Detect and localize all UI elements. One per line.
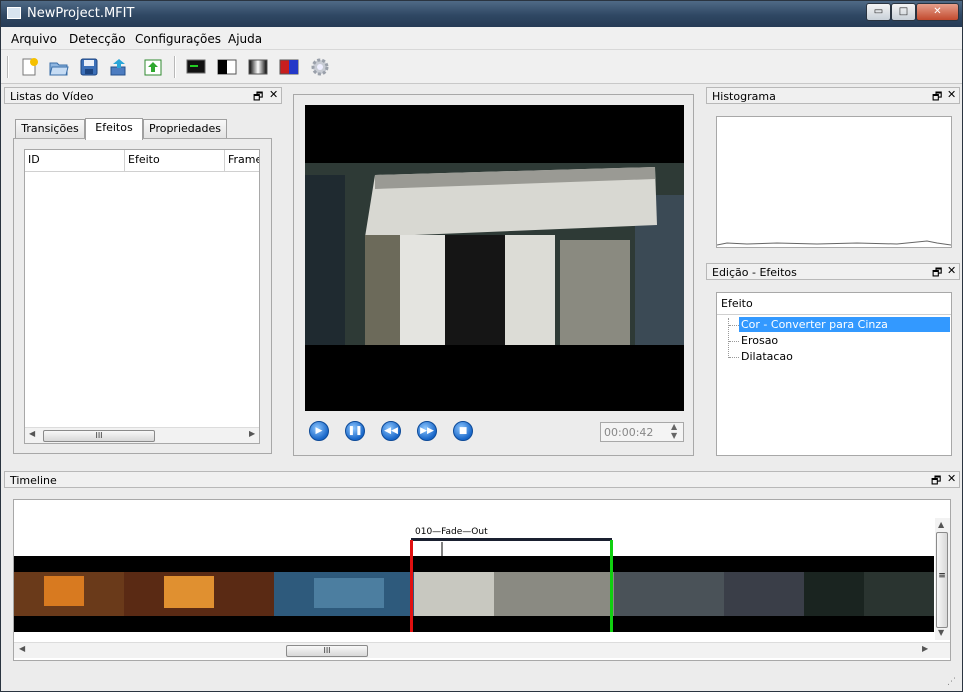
- time-value: 00:00:42: [604, 426, 654, 439]
- column-efeito[interactable]: Efeito: [125, 150, 225, 172]
- time-display[interactable]: 00:00:42 ▲ ▼: [600, 422, 684, 442]
- float-icon[interactable]: 🗗: [931, 472, 941, 491]
- pause-button[interactable]: ❚❚: [345, 421, 365, 441]
- rewind-button[interactable]: ◀◀: [381, 421, 401, 441]
- export-icon[interactable]: [143, 57, 163, 77]
- play-button[interactable]: ▶: [309, 421, 329, 441]
- dock-title: Listas do Vídeo: [10, 90, 94, 103]
- color-icon[interactable]: [279, 57, 299, 77]
- column-id[interactable]: ID: [25, 150, 125, 172]
- title-bar: NewProject.MFIT ▭ □ ✕: [1, 1, 962, 27]
- column-frame[interactable]: Frame: [225, 150, 259, 172]
- close-icon[interactable]: ✕: [947, 472, 956, 485]
- tree-item[interactable]: Dilatacao: [739, 349, 793, 364]
- scroll-right-icon[interactable]: ▶: [922, 644, 928, 653]
- tree-branch-line: [729, 341, 739, 342]
- close-icon[interactable]: ✕: [269, 88, 278, 101]
- timeline-view[interactable]: 010—Fade—Out ▲ ≡ ▼ ◀ III ▶: [13, 499, 951, 661]
- minimize-button[interactable]: ▭: [866, 3, 891, 21]
- close-button[interactable]: ✕: [916, 3, 959, 21]
- scrollbar-thumb[interactable]: III: [43, 430, 155, 442]
- new-file-icon[interactable]: [20, 57, 40, 77]
- spin-down-icon[interactable]: ▼: [671, 431, 677, 440]
- float-icon[interactable]: 🗗: [253, 88, 263, 107]
- resize-grip-icon[interactable]: ⋰: [947, 677, 956, 687]
- tree-header[interactable]: Efeito: [717, 293, 951, 315]
- player-panel: ▶ ❚❚ ◀◀ ▶▶ ■ 00:00:42 ▲ ▼: [293, 94, 694, 456]
- tree-item[interactable]: Erosao: [739, 333, 778, 348]
- float-icon[interactable]: 🗗: [932, 264, 942, 283]
- tab-transicoes[interactable]: Transições: [15, 119, 85, 139]
- maximize-button[interactable]: □: [891, 3, 916, 21]
- scroll-down-icon[interactable]: ▼: [938, 628, 944, 637]
- open-folder-icon[interactable]: [49, 57, 69, 77]
- vertical-scrollbar[interactable]: ▲ ≡ ▼: [935, 518, 950, 640]
- tree-branch-line: [729, 357, 739, 358]
- dock-header: Listas do Vídeo 🗗 ✕: [4, 87, 282, 104]
- horizontal-scrollbar[interactable]: ◀ III ▶: [25, 427, 259, 443]
- toolbar-separator: [7, 56, 9, 78]
- close-icon[interactable]: ✕: [947, 264, 956, 277]
- menu-bar: Arquivo Detecção Configurações Ajuda: [1, 27, 962, 50]
- close-icon[interactable]: ✕: [947, 88, 956, 101]
- scroll-right-icon[interactable]: ▶: [249, 429, 255, 438]
- scroll-left-icon[interactable]: ◀: [19, 644, 25, 653]
- tree-branch-line: [728, 318, 729, 358]
- stop-button[interactable]: ■: [453, 421, 473, 441]
- tab-panel: ID Efeito Frame ◀ III ▶: [13, 138, 272, 454]
- window-title: NewProject.MFIT: [27, 6, 135, 21]
- tree-item-selected[interactable]: Cor - Converter para Cinza: [739, 317, 950, 332]
- menu-deteccao[interactable]: Detecção: [69, 32, 126, 46]
- menu-configuracoes[interactable]: Configurações: [135, 32, 221, 46]
- monitor-icon[interactable]: [186, 57, 206, 77]
- spin-up-icon[interactable]: ▲: [671, 422, 677, 431]
- horizontal-scrollbar[interactable]: ◀ III ▶: [14, 642, 950, 658]
- float-icon[interactable]: 🗗: [932, 88, 942, 107]
- dock-title: Timeline: [10, 474, 57, 487]
- tree-branch-line: [729, 325, 739, 326]
- scroll-up-icon[interactable]: ▲: [938, 520, 944, 529]
- black-white-icon[interactable]: [217, 57, 237, 77]
- save-icon[interactable]: [79, 57, 99, 77]
- vscrollbar-thumb[interactable]: ≡: [936, 532, 948, 628]
- tab-propriedades[interactable]: Propriedades: [143, 119, 227, 139]
- timeline-strip[interactable]: [14, 538, 934, 632]
- dock-header: Histograma 🗗 ✕: [706, 87, 960, 104]
- app-icon: [7, 7, 21, 19]
- main-window: NewProject.MFIT ▭ □ ✕ Arquivo Detecção C…: [0, 0, 963, 692]
- tab-efeitos[interactable]: Efeitos: [85, 118, 143, 140]
- histogram-dock: Histograma 🗗 ✕: [706, 87, 960, 257]
- scrollbar-thumb[interactable]: III: [286, 645, 368, 657]
- scroll-left-icon[interactable]: ◀: [29, 429, 35, 438]
- gradient-icon[interactable]: [248, 57, 268, 77]
- histogram-view: [716, 116, 952, 248]
- menu-arquivo[interactable]: Arquivo: [11, 32, 57, 46]
- video-frame: [305, 105, 684, 411]
- dock-header: Timeline 🗗 ✕: [4, 471, 960, 488]
- toolbar: [1, 50, 962, 84]
- import-icon[interactable]: [109, 57, 129, 77]
- gear-icon[interactable]: [310, 57, 330, 77]
- fast-forward-button[interactable]: ▶▶: [417, 421, 437, 441]
- dock-title: Edição - Efeitos: [712, 266, 797, 279]
- effects-table[interactable]: ID Efeito Frame ◀ III ▶: [24, 149, 260, 444]
- segment-label: 010—Fade—Out: [415, 527, 488, 537]
- dock-header: Edição - Efeitos 🗗 ✕: [706, 263, 960, 280]
- histogram-plot: [716, 240, 952, 246]
- menu-ajuda[interactable]: Ajuda: [228, 32, 262, 46]
- dock-title: Histograma: [712, 90, 776, 103]
- toolbar-separator: [174, 56, 176, 78]
